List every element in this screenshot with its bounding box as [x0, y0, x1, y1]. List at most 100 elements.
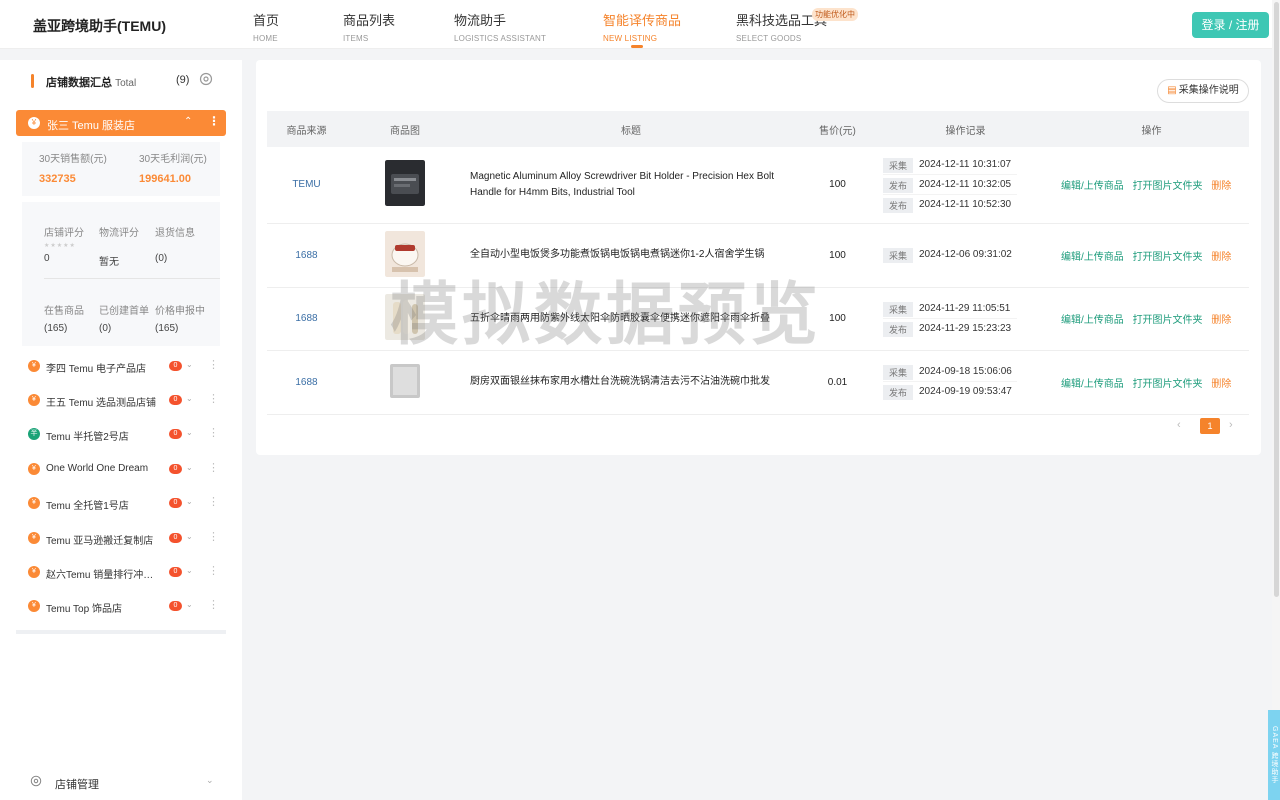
more-icon[interactable]: ⋮	[208, 461, 219, 474]
more-icon[interactable]: ⋮	[208, 358, 219, 371]
nav-select-goods-sub: SELECT GOODS	[736, 34, 827, 43]
nav-logistics[interactable]: 物流助手 LOGISTICS ASSISTANT	[454, 10, 546, 43]
side-widget[interactable]: GAEA 跨境助手	[1268, 710, 1280, 800]
open-folder-link[interactable]: 打开图片文件夹	[1133, 181, 1203, 192]
collect-guide-button[interactable]: ▤采集操作说明	[1157, 79, 1249, 103]
col-source: 商品来源	[267, 111, 346, 147]
row-source[interactable]: 1688	[267, 287, 346, 350]
record-tag: 采集	[883, 302, 913, 317]
chevron-down-icon[interactable]: ⌄	[186, 394, 193, 403]
info-returns: 退货信息 (0)	[155, 224, 195, 264]
info-value: 0	[44, 253, 84, 264]
edit-upload-link[interactable]: 编辑/上传商品	[1061, 315, 1124, 326]
sidebar-store-item[interactable]: ¥ Temu 亚马逊搬迁复制店 0 ⌄ ⋮	[28, 529, 218, 547]
product-thumbnail	[385, 294, 425, 340]
edit-upload-link[interactable]: 编辑/上传商品	[1061, 252, 1124, 263]
open-folder-link[interactable]: 打开图片文件夹	[1133, 252, 1203, 263]
nav-items[interactable]: 商品列表 ITEMS	[343, 10, 395, 43]
sidebar-store-item[interactable]: ¥ One World One Dream 0 ⌄ ⋮	[28, 460, 218, 478]
page-current[interactable]: 1	[1200, 418, 1220, 434]
chevron-down-icon[interactable]: ⌄	[186, 497, 193, 506]
active-store-item[interactable]: ¥ 张三 Temu 服装店 ⌃ ⋮	[16, 110, 226, 136]
more-icon[interactable]: ⋮	[208, 564, 219, 577]
delete-link[interactable]: 删除	[1211, 252, 1231, 263]
more-icon[interactable]: ⋮	[208, 598, 219, 611]
table-row: 1688 全自动小型电饭煲多功能煮饭锅电饭锅电煮锅迷你1-2人宿舍学生锅 100…	[267, 223, 1249, 287]
nav-home[interactable]: 首页 HOME	[253, 10, 279, 43]
edit-upload-link[interactable]: 编辑/上传商品	[1061, 181, 1124, 192]
nav-logistics-label: 物流助手	[454, 10, 546, 29]
info-label: 在售商品	[44, 302, 84, 317]
open-folder-link[interactable]: 打开图片文件夹	[1133, 315, 1203, 326]
chevron-down-icon[interactable]: ⌄	[186, 463, 193, 472]
chevron-right-icon[interactable]: ›	[1229, 419, 1233, 431]
chevron-down-icon[interactable]: ⌄	[186, 532, 193, 541]
chevron-up-icon[interactable]: ⌃	[184, 116, 192, 127]
col-image: 商品图	[346, 111, 464, 147]
sidebar-store-item[interactable]: ¥ 王五 Temu 选品测品店铺 0 ⌄ ⋮	[28, 391, 218, 409]
gear-icon[interactable]	[199, 72, 213, 86]
store-badge: 0	[169, 395, 182, 405]
sidebar-store-item[interactable]: ¥ 赵六Temu 销量排行冲… 0 ⌄ ⋮	[28, 563, 218, 581]
chevron-down-icon[interactable]: ⌄	[206, 775, 214, 786]
more-icon[interactable]: ⋮	[208, 495, 219, 508]
record-line: 发布2024-11-29 15:23:23	[883, 319, 1017, 339]
info-logistics-score: 物流评分 暂无	[99, 224, 139, 268]
nav-new-listing-sub: NEW LISTING	[603, 34, 681, 43]
delete-link[interactable]: 删除	[1211, 181, 1231, 192]
store-name: 李四 Temu 电子产品店	[46, 360, 146, 375]
sidebar-store-item[interactable]: ¥ Temu 全托管1号店 0 ⌄ ⋮	[28, 494, 218, 512]
chevron-down-icon[interactable]: ⌄	[186, 566, 193, 575]
store-name: Temu Top 饰品店	[46, 600, 122, 615]
col-actions: 操作	[1054, 111, 1249, 147]
row-records: 采集2024-12-11 10:31:07 发布2024-12-11 10:32…	[877, 147, 1054, 223]
store-icon: 半	[28, 428, 40, 440]
store-icon: ¥	[28, 497, 40, 509]
more-icon[interactable]: ⋮	[208, 392, 219, 405]
row-records: 采集2024-12-06 09:31:02	[877, 223, 1054, 287]
record-time: 2024-11-29 15:23:23	[919, 323, 1011, 334]
record-time: 2024-12-06 09:31:02	[919, 249, 1012, 260]
sidebar-store-item[interactable]: ¥ Temu Top 饰品店 0 ⌄ ⋮	[28, 597, 218, 615]
sidebar-store-item[interactable]: ¥ 李四 Temu 电子产品店 0 ⌄ ⋮	[28, 357, 218, 375]
record-tag: 发布	[883, 198, 913, 213]
row-source[interactable]: TEMU	[267, 147, 346, 223]
row-source[interactable]: 1688	[267, 223, 346, 287]
info-price-declare: 价格申报中 (165)	[155, 302, 205, 334]
chevron-down-icon[interactable]: ⌄	[186, 428, 193, 437]
edit-upload-link[interactable]: 编辑/上传商品	[1061, 379, 1124, 390]
summary-title-sub: Total	[115, 78, 136, 89]
stat-profit: 30天毛利润(元) 199641.00	[139, 150, 207, 185]
more-icon[interactable]: ⋮	[208, 530, 219, 543]
stat-profit-value: 199641.00	[139, 173, 207, 185]
row-actions: 编辑/上传商品 打开图片文件夹 删除	[1054, 223, 1249, 287]
delete-link[interactable]: 删除	[1211, 315, 1231, 326]
record-line: 发布2024-09-19 09:53:47	[883, 382, 1017, 402]
info-label: 退货信息	[155, 224, 195, 239]
product-thumbnail	[390, 364, 420, 398]
chevron-down-icon[interactable]: ⌄	[186, 360, 193, 369]
nav-new-listing[interactable]: 智能译传商品 NEW LISTING	[603, 10, 681, 43]
rating-stars: ★★★★★	[44, 242, 76, 249]
more-icon[interactable]: ⋮	[208, 426, 219, 439]
row-title: 厨房双面银丝抹布家用水槽灶台洗碗洗锅清洁去污不沾油洗碗巾批发	[464, 350, 798, 414]
row-actions: 编辑/上传商品 打开图片文件夹 删除	[1054, 287, 1249, 350]
record-tag: 发布	[883, 178, 913, 193]
chevron-left-icon[interactable]: ‹	[1177, 419, 1181, 431]
store-sidebar: 店铺数据汇总 Total (9) ¥ 张三 Temu 服装店 ⌃ ⋮ 30天销售…	[0, 60, 242, 800]
row-source[interactable]: 1688	[267, 350, 346, 414]
more-icon[interactable]: ⋮	[208, 114, 220, 128]
store-name: Temu 全托管1号店	[46, 497, 129, 512]
record-time: 2024-12-11 10:32:05	[919, 179, 1011, 190]
delete-link[interactable]: 删除	[1211, 379, 1231, 390]
info-label: 价格申报中	[155, 302, 205, 317]
open-folder-link[interactable]: 打开图片文件夹	[1133, 379, 1203, 390]
table-row: 1688 厨房双面银丝抹布家用水槽灶台洗碗洗锅清洁去污不沾油洗碗巾批发 0.01…	[267, 350, 1249, 414]
sidebar-store-item[interactable]: 半 Temu 半托管2号店 0 ⌄ ⋮	[28, 425, 218, 443]
nav-items-sub: ITEMS	[343, 34, 395, 43]
info-value: (165)	[155, 323, 205, 334]
store-management[interactable]: 店铺管理 ⌄	[30, 773, 220, 791]
login-register-button[interactable]: 登录 / 注册	[1192, 12, 1269, 38]
chevron-down-icon[interactable]: ⌄	[186, 600, 193, 609]
scrollbar-thumb[interactable]	[1274, 2, 1279, 597]
